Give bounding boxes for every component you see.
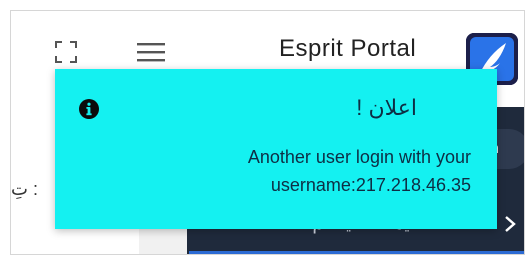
notification-message-line-2: username:217.218.46.35 — [270, 175, 471, 195]
app-title: Esprit Portal — [279, 35, 417, 62]
chevron-right-icon — [505, 216, 516, 232]
notification-message: Another user login with your username:21… — [151, 143, 471, 199]
notification-message-line-1: Another user login with your — [247, 147, 471, 167]
app-window: Esprit Portal تِ : ch تنظیمات سیستم — [10, 10, 525, 255]
notification-title: اعلان ! — [356, 95, 417, 120]
sidebar-active-indicator — [189, 251, 524, 254]
info-circle-icon — [79, 99, 99, 119]
content-partial-label: تِ : — [11, 179, 38, 199]
hamburger-menu-icon[interactable] — [137, 41, 165, 63]
fullscreen-icon[interactable] — [55, 41, 77, 63]
notification-toast[interactable]: اعلان ! Another user login with your use… — [55, 69, 497, 229]
